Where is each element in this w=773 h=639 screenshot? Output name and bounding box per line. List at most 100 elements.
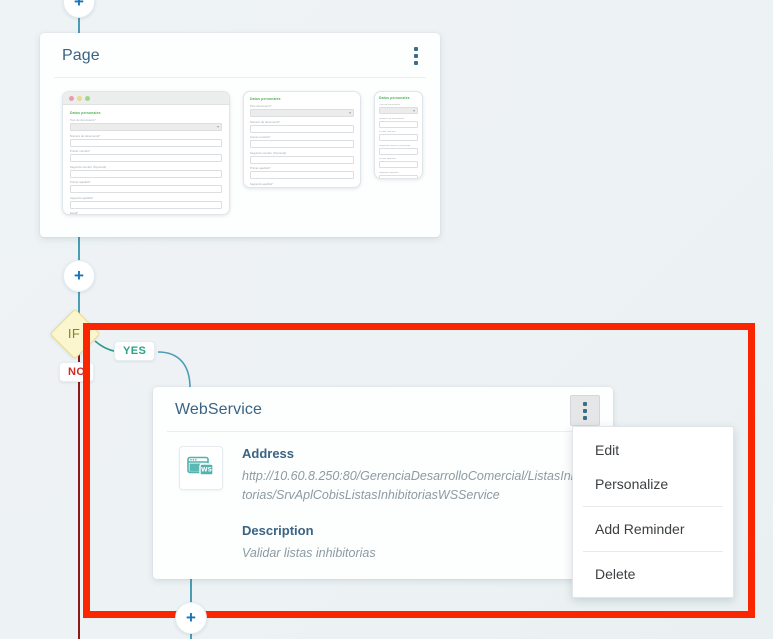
preview-field: Segundo nombre (Opcional) <box>70 166 222 178</box>
preview-field-input <box>379 174 418 178</box>
webservice-card-kebab-menu-icon[interactable] <box>570 395 600 426</box>
preview-field-input <box>250 124 354 133</box>
menu-item-add-reminder[interactable]: Add Reminder <box>573 512 733 546</box>
preview-form-heading: Datos personales <box>250 97 281 101</box>
page-title: Page <box>62 46 100 64</box>
plus-icon: + <box>74 0 84 11</box>
flow-canvas[interactable]: Page Datos personales Tipo de documento*… <box>0 0 773 639</box>
preview-form-phone: Datos personales Tipo de documento* Núme… <box>375 92 422 178</box>
webservice-card-header: WebService <box>153 387 613 432</box>
preview-phone[interactable]: Datos personales Tipo de documento* Núme… <box>374 91 423 179</box>
preview-field: Número de documento* <box>70 135 222 147</box>
preview-field: Correo nombre* <box>250 136 354 148</box>
kebab-dot <box>414 46 418 51</box>
description-value: Validar listas inhibitorias <box>242 545 376 560</box>
preview-field: Tipo de documento* <box>70 119 222 131</box>
preview-field: Email* <box>70 212 222 215</box>
description-label: Description <box>242 522 314 538</box>
preview-field-label: Primer nombre* <box>379 131 397 133</box>
branch-label-yes[interactable]: YES <box>114 341 156 361</box>
menu-separator <box>583 506 723 507</box>
preview-field-label: Primer nombre* <box>70 150 91 153</box>
preview-field-input <box>250 140 354 148</box>
page-card-divider <box>54 77 426 78</box>
add-node-middle-button[interactable]: + <box>63 260 95 292</box>
preview-desktop[interactable]: Datos personales Tipo de documento* Núme… <box>62 91 230 215</box>
preview-field-input <box>379 134 418 141</box>
preview-field-input <box>250 109 354 117</box>
preview-field-label: Segundo apellido* <box>250 182 274 186</box>
preview-form-desktop: Datos personales Tipo de documento* Núme… <box>63 105 229 215</box>
browser-chrome-bar <box>63 92 229 105</box>
preview-field-label: Segundo nombre (Opcional) <box>379 144 411 147</box>
address-label: Address <box>242 446 295 461</box>
preview-field: Primer nombre* <box>379 131 418 141</box>
menu-item-edit[interactable]: Edit <box>573 433 733 467</box>
preview-field: Número de documento* <box>250 121 354 133</box>
address-value: http://10.60.8.250:80/GerenciaDesarrollo… <box>242 469 591 503</box>
add-node-bottom-button[interactable]: + <box>175 602 207 634</box>
preview-field-input <box>250 171 354 179</box>
if-decision-label: IF <box>67 325 81 341</box>
preview-field-label: Segundo nombre (Opcional) <box>250 151 287 155</box>
preview-field-input <box>250 186 354 187</box>
preview-field: Primer apellido* <box>250 167 354 179</box>
preview-field-input <box>379 161 418 168</box>
preview-field-label: Número de documento* <box>250 120 281 124</box>
preview-field-input <box>70 169 222 178</box>
kebab-dot <box>583 415 587 420</box>
preview-field: Primer apellido* <box>379 158 418 168</box>
window-maximize-dot <box>85 95 90 101</box>
preview-field-label: Primer apellido* <box>250 167 271 170</box>
kebab-dot <box>583 401 587 406</box>
menu-item-personalize[interactable]: Personalize <box>573 467 733 501</box>
kebab-dot <box>414 60 418 65</box>
webservice-fields: Address http://10.60.8.250:80/GerenciaDe… <box>242 446 593 563</box>
menu-separator <box>583 551 723 552</box>
preview-field: Número de documento* <box>379 118 418 128</box>
preview-field-input <box>379 107 418 114</box>
preview-field: Primer apellido* <box>70 181 222 193</box>
page-card[interactable]: Page Datos personales Tipo de documento*… <box>40 33 440 237</box>
plus-icon: + <box>186 607 196 627</box>
preview-field-label: Tipo de documento* <box>70 119 96 122</box>
preview-field-label: Email* <box>70 212 79 215</box>
preview-field-label: Segundo nombre (Opcional) <box>70 165 107 169</box>
webservice-browser-icon: WS <box>179 446 223 490</box>
plus-icon: + <box>74 265 84 285</box>
webservice-card[interactable]: WebService WS Address http://10.60.8.250… <box>153 387 613 579</box>
preview-field-label: Correo nombre* <box>250 136 271 139</box>
preview-field-label: Segundo apellido* <box>70 196 94 200</box>
preview-field-label: Primer apellido* <box>70 181 91 184</box>
preview-field: Segundo apellido* <box>70 197 222 209</box>
preview-field-input <box>379 147 418 155</box>
webservice-card-divider <box>167 431 599 432</box>
svg-text:WS: WS <box>201 467 212 474</box>
device-preview-group: Datos personales Tipo de documento* Núme… <box>62 91 423 215</box>
webservice-card-body: WS Address http://10.60.8.250:80/Gerenci… <box>153 432 613 563</box>
window-close-dot <box>69 95 74 101</box>
preview-form-heading: Datos personales <box>379 96 410 100</box>
menu-item-delete[interactable]: Delete <box>573 557 733 591</box>
webservice-context-menu[interactable]: Edit Personalize Add Reminder Delete <box>572 426 734 598</box>
preview-field-label: Tipo de documento* <box>379 104 402 106</box>
page-card-header: Page <box>40 33 440 78</box>
preview-field: Primer nombre* <box>70 150 222 162</box>
branch-label-no[interactable]: NO <box>59 362 95 382</box>
kebab-dot <box>583 408 587 413</box>
preview-field-label: Número de documento* <box>70 134 101 138</box>
preview-form-tablet: Datos personales Tipo documento* Número … <box>244 92 360 187</box>
preview-field: Tipo de documento* <box>379 104 418 114</box>
preview-field-input <box>70 138 222 147</box>
preview-tablet[interactable]: Datos personales Tipo documento* Número … <box>243 91 361 188</box>
preview-form-heading: Datos personales <box>70 111 101 115</box>
kebab-dot <box>414 53 418 58</box>
preview-field-input <box>250 155 354 164</box>
preview-field: Tipo documento* <box>250 105 354 117</box>
preview-field-input <box>70 123 222 131</box>
webservice-title: WebService <box>175 400 262 418</box>
preview-field-input <box>70 200 222 209</box>
preview-field-input <box>70 185 222 193</box>
page-card-kebab-menu-icon[interactable] <box>408 43 424 69</box>
preview-field: Segundo nombre (Opcional) <box>250 152 354 164</box>
